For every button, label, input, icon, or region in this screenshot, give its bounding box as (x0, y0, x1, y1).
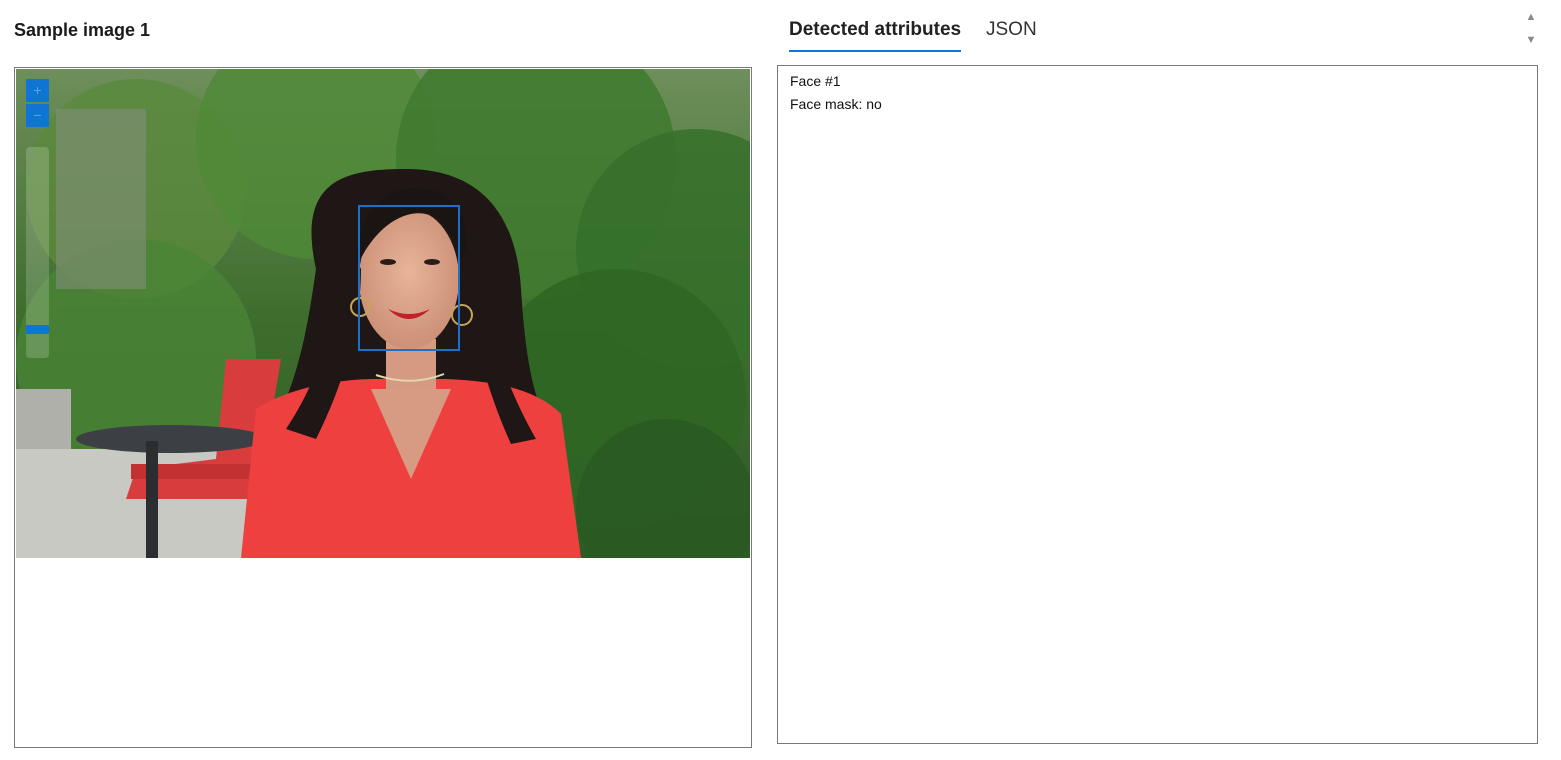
zoom-out-button[interactable]: − (26, 104, 49, 127)
face-label: Face #1 (790, 73, 841, 89)
tab-detected-attributes[interactable]: Detected attributes (789, 19, 962, 52)
zoom-slider-thumb[interactable] (26, 324, 49, 334)
zoom-slider[interactable] (26, 147, 49, 358)
scroll-up-icon[interactable]: ▲ (1524, 11, 1538, 23)
minus-icon: − (33, 107, 42, 123)
sample-photo: + − (16, 69, 750, 558)
plus-icon: + (33, 82, 42, 98)
tab-json[interactable]: JSON (986, 19, 1037, 50)
attributes-panel: Face #1 Face mask: no (777, 65, 1538, 744)
zoom-in-button[interactable]: + (26, 79, 49, 102)
face-bounding-box (358, 205, 460, 351)
face-mask-attribute: Face mask: no (790, 96, 882, 112)
sample-image-title: Sample image 1 (14, 20, 151, 40)
scroll-down-icon[interactable]: ▼ (1524, 34, 1538, 46)
image-viewer[interactable]: + − (14, 67, 752, 748)
